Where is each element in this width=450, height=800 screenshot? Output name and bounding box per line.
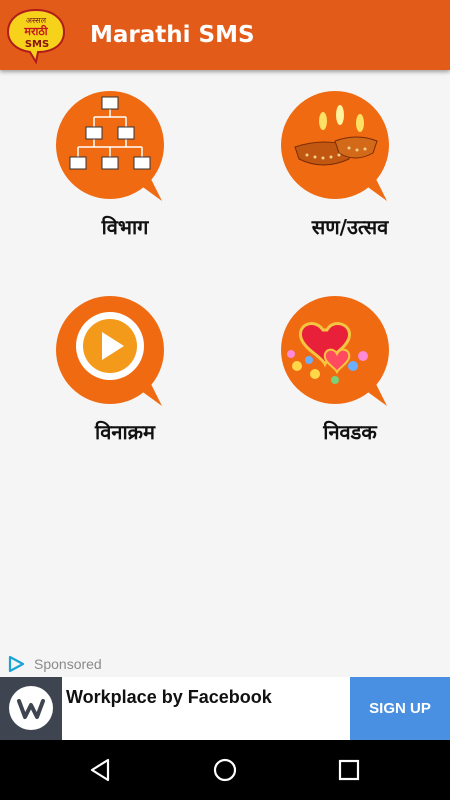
menu-label-vibhag: विभाग — [101, 215, 149, 239]
menu-label-nivadak: निवडक — [323, 420, 377, 444]
menu-label-san-utsav: सण/उत्सव — [311, 215, 389, 239]
menu-tile-vibhag[interactable]: विभाग — [40, 85, 210, 255]
home-icon[interactable] — [210, 755, 240, 785]
logo-text-top: अस्सल — [26, 16, 47, 25]
app-title: Marathi SMS — [90, 22, 255, 48]
hierarchy-icon — [56, 91, 164, 201]
logo-text-bottom: SMS — [25, 39, 49, 50]
sign-up-button[interactable]: SIGN UP — [350, 677, 450, 740]
app-logo: अस्सल मराठी SMS — [6, 8, 66, 64]
ad-choices-icon[interactable] — [8, 655, 26, 673]
diya-lamp-icon — [281, 91, 389, 201]
system-nav-bar — [0, 740, 450, 800]
ad-title[interactable]: Workplace by Facebook — [66, 687, 272, 708]
ad-banner[interactable]: Workplace by Facebook SIGN UP — [0, 677, 450, 740]
menu-tile-vinakram[interactable]: विनाक्रम — [40, 290, 210, 460]
sponsored-label: Sponsored — [34, 656, 102, 672]
logo-text-middle: मराठी — [23, 24, 48, 38]
menu-tile-nivadak[interactable]: निवडक — [265, 290, 435, 460]
workplace-logo-icon — [9, 686, 53, 730]
menu-tile-san-utsav[interactable]: सण/उत्सव — [265, 85, 435, 255]
menu-label-vinakram: विनाक्रम — [95, 420, 155, 444]
recents-icon[interactable] — [334, 755, 364, 785]
ad-icon — [0, 677, 62, 740]
play-icon — [56, 296, 164, 406]
sponsored-row: Sponsored — [8, 655, 102, 673]
app-bar: अस्सल मराठी SMS Marathi SMS — [0, 0, 450, 70]
hearts-flowers-icon — [281, 296, 389, 406]
back-icon[interactable] — [86, 755, 116, 785]
